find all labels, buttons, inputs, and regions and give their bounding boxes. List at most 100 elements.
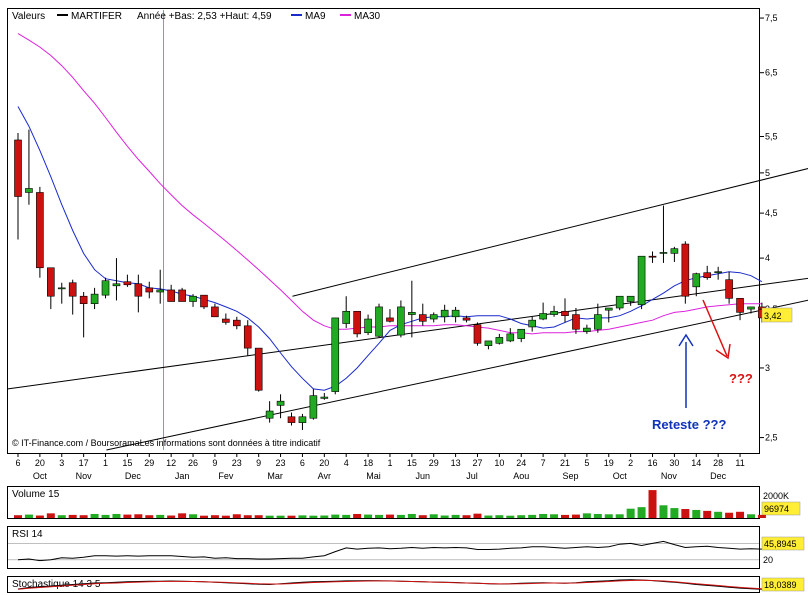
candle-body	[14, 139, 22, 197]
candle-body	[418, 314, 427, 322]
time-axis-label: 6	[300, 458, 305, 468]
candle-body	[681, 243, 690, 297]
volume-bar	[604, 514, 613, 518]
time-axis-label: 20	[319, 458, 329, 468]
volume-bar	[593, 513, 602, 518]
volume-bar	[57, 515, 66, 518]
target-label: ???	[729, 371, 753, 386]
candle-body	[112, 283, 121, 287]
candle-body	[495, 337, 504, 344]
time-axis-label: 11	[735, 458, 744, 468]
volume-bar	[407, 513, 416, 518]
volume-bar	[692, 509, 701, 518]
candle-body	[79, 295, 88, 304]
time-axis-label: 7	[541, 458, 546, 468]
price-axis-label: 4,5	[765, 208, 778, 218]
candle-body	[626, 295, 635, 302]
rsi-last-value: 45,8945	[764, 539, 797, 549]
candle-body	[615, 295, 624, 309]
volume-bar	[429, 514, 438, 518]
candle-body	[364, 318, 372, 334]
candle-down	[254, 347, 263, 392]
rsi-axis-label: 20	[763, 555, 773, 565]
candle-body	[233, 319, 241, 327]
volume-bar	[670, 508, 679, 518]
time-axis-label: 13	[451, 458, 461, 468]
month-label: Avr	[318, 471, 331, 481]
month-label: Jul	[466, 471, 478, 481]
candle-body	[211, 306, 219, 318]
candle-body	[429, 314, 438, 320]
volume-bar	[746, 514, 755, 518]
volume-bar	[309, 515, 318, 518]
time-axis-label: 12	[166, 458, 176, 468]
candle-body	[254, 347, 263, 391]
candle-down	[353, 310, 361, 338]
candle-body	[440, 309, 449, 318]
month-label: Nov	[76, 471, 93, 481]
time-axis-label: 23	[276, 458, 286, 468]
candle-up	[637, 255, 646, 310]
time-axis-label: 9	[212, 458, 217, 468]
last-price-value: 3,42	[764, 311, 782, 321]
volume-bar	[375, 514, 384, 518]
candle-body	[276, 400, 285, 406]
month-label: Mai	[366, 471, 381, 481]
volume-bar	[637, 507, 646, 518]
candle-down	[473, 322, 482, 346]
volume-bar	[167, 515, 176, 518]
volume-bar	[221, 515, 230, 518]
time-axis-label: 17	[79, 458, 89, 468]
candle-body	[637, 255, 646, 306]
candle-body	[692, 273, 701, 288]
volume-bar	[561, 514, 569, 518]
candle-body	[397, 306, 405, 336]
candle-body	[342, 310, 351, 324]
volume-bar	[134, 514, 143, 518]
legend-valeurs: Valeurs	[12, 11, 45, 22]
rsi-panel-frame	[7, 526, 760, 569]
time-axis-label: 1	[387, 458, 392, 468]
time-axis-label: 19	[604, 458, 614, 468]
price-axis-label: 5	[765, 168, 770, 178]
time-axis-label: 26	[188, 458, 198, 468]
volume-bar	[364, 514, 373, 518]
legend-instrument: MARTIFER	[71, 11, 122, 22]
time-axis-label: 15	[122, 458, 132, 468]
candle-body	[90, 293, 99, 304]
candle-body	[725, 279, 733, 299]
volume-bar	[385, 514, 394, 518]
month-label: Dec	[125, 471, 142, 481]
retest-label: Reteste ???	[652, 417, 726, 432]
month-label: Jun	[416, 471, 431, 481]
month-label: Oct	[613, 471, 628, 481]
time-axis-label: 1	[103, 458, 108, 468]
price-axis-label: 6,5	[765, 68, 778, 78]
volume-bar	[199, 515, 208, 518]
volume-bar	[440, 515, 449, 518]
candle-body	[189, 295, 197, 302]
volume-bar	[659, 505, 668, 518]
candle-body	[736, 298, 744, 313]
time-axis-label: 29	[429, 458, 439, 468]
volume-bar	[648, 490, 657, 518]
candle-body	[156, 289, 165, 293]
candle-body	[408, 312, 416, 315]
volume-bar	[495, 515, 504, 518]
candle-body	[473, 324, 482, 344]
candle-body	[320, 396, 329, 399]
candle-body	[309, 395, 318, 419]
candle-body	[462, 317, 471, 321]
candle-body	[386, 317, 394, 322]
volume-bar	[418, 515, 427, 518]
stoch-last-value: 18,0389	[764, 580, 797, 590]
candle-body	[287, 416, 296, 423]
volume-bar	[528, 514, 537, 518]
volume-bar	[331, 514, 340, 518]
candle-up	[101, 277, 110, 299]
volume-bar	[517, 515, 526, 518]
month-label: Fev	[218, 471, 234, 481]
volume-bar	[254, 515, 263, 518]
candle-body	[222, 318, 230, 323]
volume-bar	[320, 515, 329, 518]
